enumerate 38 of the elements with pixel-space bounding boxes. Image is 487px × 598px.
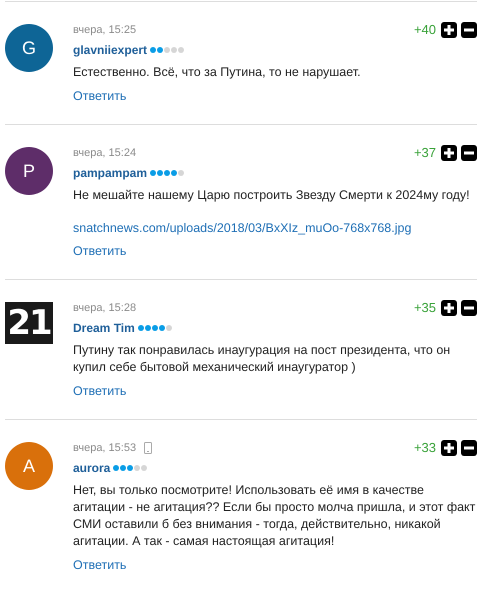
comment-text: Нет, вы только посмотрите! Использовать её имя в качестве агитации - не агитация?? Если бы просто молча пришла, и этот факт СМИ оставили б без внимания - тогда, действительно, никакой агитации. А так - самая настоящая агитация! <box>73 482 476 550</box>
avatar: P <box>5 147 53 195</box>
comment-score: +37 <box>414 145 436 161</box>
reply-link[interactable]: Ответить <box>73 243 126 259</box>
downvote-button[interactable] <box>461 145 477 161</box>
avatar: G <box>5 24 53 72</box>
author-link[interactable]: aurora <box>73 461 110 475</box>
comment-score: +35 <box>414 300 436 316</box>
avatar: A <box>5 442 53 490</box>
upvote-button[interactable] <box>441 440 457 456</box>
upvote-button[interactable] <box>441 145 457 161</box>
comment-text: Естественно. Всё, что за Путина, то не нарушает. <box>73 64 362 81</box>
comment-time: вчера, 15:24 <box>73 146 136 160</box>
author-link[interactable]: Dream Tim <box>73 321 135 335</box>
comment-score: +40 <box>414 22 436 38</box>
comment-text: Не мешайте нашему Царю построить Звезду Смерти к 2024му году! <box>73 187 471 204</box>
plus-icon <box>444 303 454 313</box>
upvote-button[interactable] <box>441 22 457 38</box>
plus-icon <box>444 148 454 158</box>
downvote-button[interactable] <box>461 22 477 38</box>
upvote-button[interactable] <box>441 300 457 316</box>
comment-time: вчера, 15:25 <box>73 23 136 37</box>
downvote-button[interactable] <box>461 440 477 456</box>
author-link[interactable]: pampampam <box>73 166 148 180</box>
comment-text: Путину так понравилась инаугурация на пост президента, что он купил себе бытовой механический инаугуратор ) <box>73 342 452 376</box>
plus-icon <box>444 443 454 453</box>
comment-score: +33 <box>414 440 436 456</box>
image-link[interactable]: snatchnews.com/uploads/2018/03/BxXIz_muOo-768x768.jpg <box>73 220 412 236</box>
avatar: 21 <box>5 302 53 344</box>
phone-icon <box>144 442 152 454</box>
author-link[interactable]: glavniiexpert <box>73 43 148 57</box>
reply-link[interactable]: Ответить <box>73 88 126 104</box>
reply-link[interactable]: Ответить <box>73 557 126 573</box>
downvote-button[interactable] <box>461 300 477 316</box>
reply-link[interactable]: Ответить <box>73 383 126 399</box>
plus-icon <box>444 25 454 35</box>
comment-time: вчера, 15:28 <box>73 301 136 315</box>
comment-time: вчера, 15:53 <box>73 441 136 455</box>
